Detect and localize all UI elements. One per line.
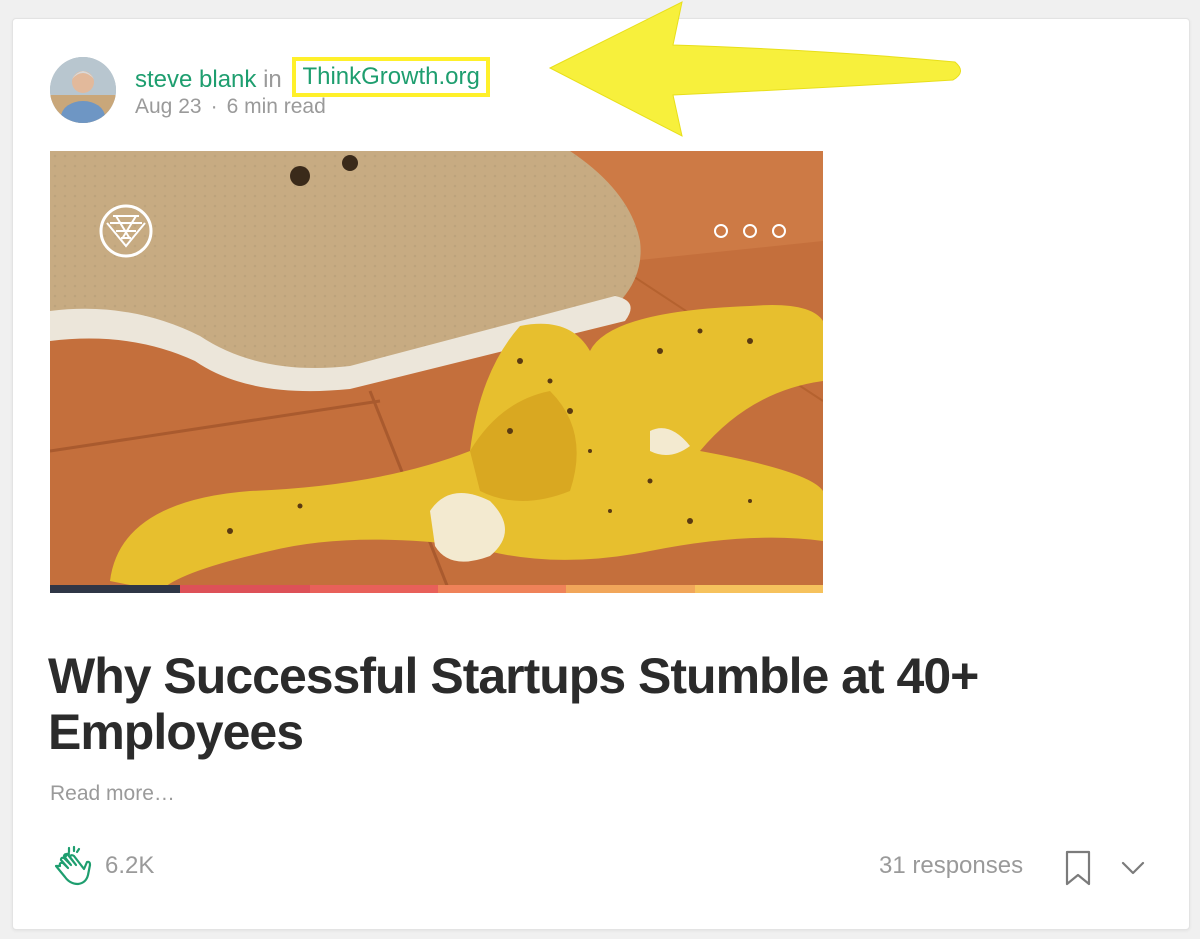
read-time: 6 min read	[226, 95, 326, 118]
read-more-link[interactable]: Read more…	[50, 782, 175, 806]
publication-link[interactable]: ThinkGrowth.org	[292, 57, 490, 97]
responses-link[interactable]: 31 responses	[879, 852, 1023, 880]
annotation-arrow-icon	[548, 1, 961, 137]
post-date: Aug 23	[135, 95, 202, 118]
byline-in: in	[263, 66, 282, 93]
bookmark-icon[interactable]	[1063, 850, 1093, 886]
chevron-down-icon[interactable]	[1120, 855, 1146, 881]
hero-image[interactable]	[50, 151, 823, 593]
meta-separator: ·	[210, 95, 218, 118]
author-link[interactable]: steve blank	[135, 66, 256, 93]
post-meta: Aug 23 · 6 min read	[135, 95, 326, 119]
clap-icon[interactable]	[50, 844, 96, 890]
author-avatar[interactable]	[50, 57, 116, 123]
byline: steve blank in ThinkGrowth.org	[135, 57, 490, 100]
clap-count: 6.2K	[105, 852, 155, 879]
post-title[interactable]: Why Successful Startups Stumble at 40+ E…	[48, 648, 1048, 760]
